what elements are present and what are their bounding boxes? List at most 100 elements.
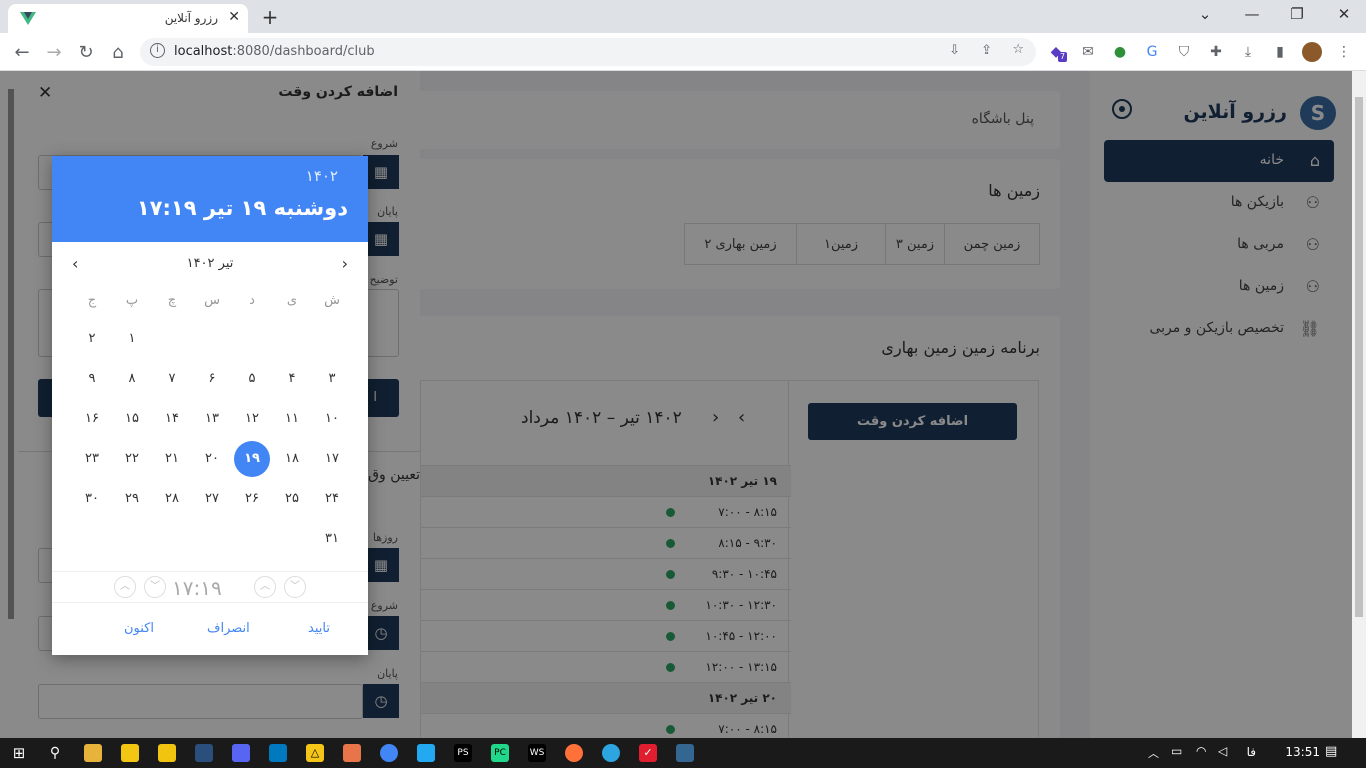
back-icon[interactable]: ← (10, 42, 34, 63)
vue-favicon-icon (20, 12, 36, 25)
day-cell[interactable]: ۱۶ (74, 401, 110, 437)
trello-icon[interactable] (269, 744, 287, 762)
day-cell[interactable]: ۱۰ (314, 401, 350, 437)
day-cell[interactable]: ۲ (74, 321, 110, 357)
day-cell[interactable]: ۵ (234, 361, 270, 397)
shield-icon[interactable]: ⛉ (1174, 42, 1194, 62)
day-cell[interactable]: ۸ (114, 361, 150, 397)
discord-icon[interactable] (232, 744, 250, 762)
maximize-button[interactable]: ❐ (1283, 5, 1311, 23)
day-cell[interactable]: ۲۸ (154, 481, 190, 517)
day-cell[interactable]: ۲۵ (274, 481, 310, 517)
close-window-button[interactable]: ✕ (1330, 5, 1358, 23)
extensions-puzzle-icon[interactable]: ✚ (1206, 42, 1226, 62)
app-icon[interactable] (195, 744, 213, 762)
scrollbar-thumb[interactable] (1355, 97, 1363, 617)
day-cell[interactable]: ۷ (154, 361, 190, 397)
reload-icon[interactable]: ↻ (74, 42, 98, 63)
home-icon[interactable]: ⌂ (106, 42, 130, 63)
battery-icon[interactable]: ▭ (1171, 744, 1182, 758)
windows-start-icon[interactable]: ⊞ (10, 744, 28, 762)
extension-badge-count: 7 (1058, 52, 1068, 62)
day-cell[interactable]: ۱۵ (114, 401, 150, 437)
chevron-down-icon[interactable]: ﹀ (284, 576, 306, 598)
page-scrollbar[interactable] (1352, 71, 1366, 738)
chrome-icon[interactable] (380, 744, 398, 762)
confirm-button[interactable]: تایید (308, 621, 330, 636)
now-button[interactable]: اکنون (124, 621, 154, 636)
day-cell[interactable]: ۱ (114, 321, 150, 357)
weekday-label: د (249, 293, 255, 308)
firefox-icon[interactable] (565, 744, 583, 762)
browser-tab[interactable]: رزرو آنلاین ✕ (8, 4, 248, 33)
forward-icon[interactable]: → (42, 42, 66, 63)
new-tab-button[interactable]: + (258, 5, 282, 29)
taskbar-clock[interactable]: 13:51 (1285, 745, 1320, 759)
day-cell[interactable]: ۲۴ (314, 481, 350, 517)
bookmark-star-icon[interactable]: ☆ (1012, 42, 1024, 57)
chevron-up-icon[interactable]: ︿ (114, 576, 136, 598)
app-icon[interactable]: △ (306, 744, 324, 762)
cancel-button[interactable]: انصراف (207, 621, 250, 636)
tab-search-icon[interactable]: ⌄ (1191, 5, 1219, 23)
app-icon[interactable]: ✓ (639, 744, 657, 762)
telegram-icon[interactable] (602, 744, 620, 762)
day-cell[interactable]: ۹ (74, 361, 110, 397)
datepicker-year[interactable]: ۱۴۰۲ (306, 167, 338, 185)
language-indicator[interactable]: فا (1247, 745, 1256, 759)
url-host: localhost (174, 44, 233, 59)
pgadmin-icon[interactable] (676, 744, 694, 762)
menu-kebab-icon[interactable]: ⋮ (1334, 42, 1354, 62)
webstorm-icon[interactable]: WS (528, 744, 546, 762)
wifi-icon[interactable]: ◠ (1196, 744, 1206, 758)
phpstorm-icon[interactable]: PS (454, 744, 472, 762)
day-cell[interactable]: ۱۳ (194, 401, 230, 437)
translate-icon[interactable]: G (1142, 42, 1162, 62)
vscode-icon[interactable] (417, 744, 435, 762)
sticky-notes-icon[interactable] (121, 744, 139, 762)
day-cell[interactable]: ۱۲ (234, 401, 270, 437)
file-explorer-icon[interactable] (84, 744, 102, 762)
tray-chevron-icon[interactable]: ︿ (1148, 745, 1159, 761)
day-cell[interactable]: ۲۹ (114, 481, 150, 517)
day-cell[interactable]: ۳۱ (314, 521, 350, 557)
mail-icon[interactable]: ✉ (1078, 42, 1098, 62)
globe-extension-icon[interactable]: ● (1110, 42, 1130, 62)
chevron-down-icon[interactable]: ﹀ (144, 576, 166, 598)
address-bar[interactable]: i localhost:8080/dashboard/club ⇩ ⇪ ☆ (140, 38, 1036, 66)
minimize-button[interactable]: — (1238, 5, 1266, 23)
day-cell[interactable]: ۱۱ (274, 401, 310, 437)
day-cell-selected[interactable]: ۱۹ (234, 441, 270, 477)
day-cell[interactable]: ۱۷ (314, 441, 350, 477)
day-cell[interactable]: ۲۳ (74, 441, 110, 477)
day-cell[interactable]: ۲۶ (234, 481, 270, 517)
datepicker-time[interactable]: ۱۷:۱۹ (172, 576, 222, 600)
day-cell[interactable]: ۲۰ (194, 441, 230, 477)
datepicker-month-label[interactable]: تیر ۱۴۰۲ (52, 256, 368, 271)
profile-avatar[interactable] (1302, 42, 1322, 62)
day-cell[interactable]: ۲۲ (114, 441, 150, 477)
chevron-up-icon[interactable]: ︿ (254, 576, 276, 598)
day-cell[interactable]: ۱۸ (274, 441, 310, 477)
day-cell[interactable]: ۲۷ (194, 481, 230, 517)
day-cell[interactable]: ۳ (314, 361, 350, 397)
site-info-icon[interactable]: i (150, 43, 165, 58)
tab-close-icon[interactable]: ✕ (228, 9, 240, 25)
day-cell[interactable]: ۳۰ (74, 481, 110, 517)
side-panel-icon[interactable]: ▮ (1270, 42, 1290, 62)
day-cell[interactable]: ۲۱ (154, 441, 190, 477)
notifications-icon[interactable]: ▤ (1325, 744, 1337, 759)
search-icon[interactable]: ⚲ (46, 744, 64, 762)
pycharm-icon[interactable]: PC (491, 744, 509, 762)
install-icon[interactable]: ⇩ (949, 43, 960, 58)
volume-icon[interactable]: ◁ (1218, 744, 1227, 758)
postman-icon[interactable] (343, 744, 361, 762)
extension-badge-icon[interactable]: ◆ 7 (1046, 42, 1068, 62)
jalali-datepicker: ۱۴۰۲ دوشنبه ۱۹ تیر ۱۷:۱۹ › ‹ تیر ۱۴۰۲ ︿ … (52, 156, 368, 655)
media-player-icon[interactable] (158, 744, 176, 762)
day-cell[interactable]: ۴ (274, 361, 310, 397)
share-icon[interactable]: ⇪ (981, 43, 992, 58)
day-cell[interactable]: ۶ (194, 361, 230, 397)
day-cell[interactable]: ۱۴ (154, 401, 190, 437)
downloads-icon[interactable]: ⤓ (1238, 42, 1258, 62)
